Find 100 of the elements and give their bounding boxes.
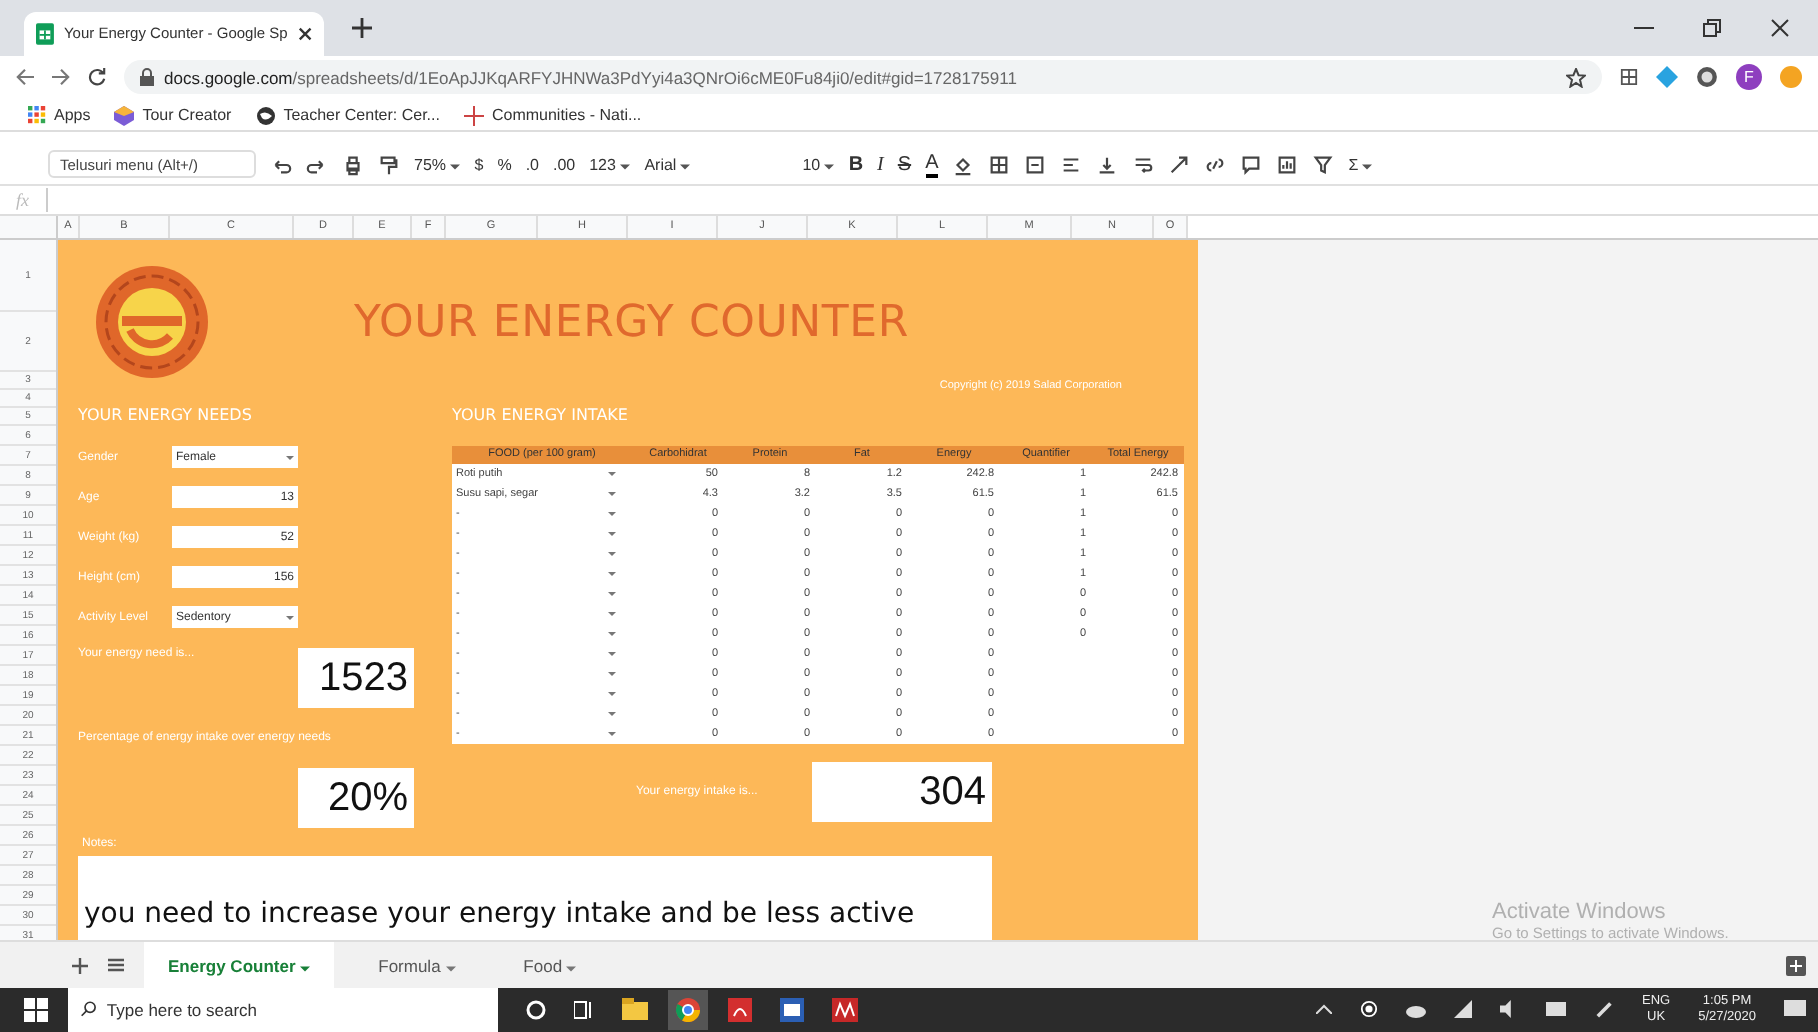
back-icon[interactable] (16, 68, 34, 87)
caret-icon (680, 163, 691, 170)
text-color-button[interactable]: A (925, 151, 939, 178)
caret-icon (445, 965, 456, 972)
notes-text: you need to increase your energy intake and be less active (84, 898, 915, 931)
dropdown-caret-icon[interactable] (608, 532, 616, 537)
dropdown-caret-icon[interactable] (608, 612, 616, 617)
address-field[interactable]: docs.google.com/spreadsheets/d/1EoApJJKqARFYJHNWa3PdYyi4a3QNrOi6cME0Fu84ji0/edit#gid=1728175911 (124, 60, 1602, 95)
cloud-icon[interactable] (1405, 1001, 1426, 1018)
cortana-icon[interactable] (526, 999, 546, 1020)
format-button[interactable]: $ (474, 155, 484, 174)
caret-icon (566, 965, 577, 972)
sheets-icon (36, 21, 54, 46)
caret-icon (450, 163, 461, 170)
dropdown-caret-icon[interactable] (608, 552, 616, 557)
windows-start-icon[interactable] (24, 997, 48, 1022)
dropdown-caret-icon[interactable] (608, 732, 616, 737)
dropdown-caret-icon[interactable] (608, 632, 616, 637)
new-tab-icon[interactable] (352, 17, 372, 38)
merge-icon[interactable] (1024, 153, 1047, 176)
dropdown-caret-icon[interactable] (608, 492, 616, 497)
logo-icon (94, 264, 210, 381)
borders-icon[interactable] (988, 153, 1011, 176)
extension-icon[interactable] (1696, 66, 1718, 89)
dropdown-caret-icon[interactable] (608, 572, 616, 577)
close-icon[interactable] (1770, 17, 1790, 38)
dropdown-caret-icon[interactable] (608, 592, 616, 597)
folder-icon[interactable] (622, 998, 648, 1021)
dropdown-caret-icon[interactable] (608, 692, 616, 697)
formula-label: fx (16, 190, 29, 211)
align-icon[interactable] (1060, 153, 1083, 176)
sheet-tab[interactable]: Energy Counter (144, 942, 335, 988)
bookmark-link[interactable]: Apps (28, 106, 91, 124)
caret-icon (300, 965, 311, 972)
task-view-icon[interactable] (574, 999, 594, 1020)
bookmark-link[interactable]: Communities - Nati... (463, 105, 642, 125)
bookmark-link[interactable]: Teacher Center: Cer... (255, 105, 440, 125)
print-icon[interactable] (342, 153, 364, 176)
format-button[interactable]: .0 (525, 155, 539, 174)
bookmark-link[interactable]: Tour Creator (114, 105, 232, 125)
restore-icon[interactable] (1702, 17, 1722, 38)
caret-icon (286, 455, 294, 460)
toolbar-dropdown[interactable]: Σ (1348, 155, 1373, 174)
link-icon[interactable] (1204, 153, 1227, 176)
notification-icon[interactable] (1784, 999, 1806, 1020)
star-icon[interactable] (1566, 67, 1586, 88)
format-button[interactable]: .00 (552, 155, 576, 174)
sheet-tab[interactable]: Formula (354, 942, 480, 988)
toolbar-dropdown[interactable]: 10 (802, 155, 835, 174)
result-value: 20% (298, 768, 414, 829)
bold-button[interactable]: B (848, 153, 864, 176)
lock-icon (140, 68, 154, 87)
section-heading: YOUR ENERGY NEEDS (78, 404, 254, 429)
caret-icon (824, 163, 835, 170)
explore-icon[interactable] (1786, 955, 1806, 976)
format-button[interactable]: % (497, 155, 512, 174)
comment-icon[interactable] (1240, 153, 1263, 176)
wrap-icon[interactable] (1132, 153, 1155, 176)
italic-button[interactable]: I (877, 153, 884, 176)
paint-icon[interactable] (378, 153, 400, 176)
caret-icon (1362, 163, 1373, 170)
search-icon (80, 1000, 97, 1019)
activation-title: Activate Windows (1492, 900, 1668, 925)
result-value: 1523 (298, 648, 414, 709)
network-icon[interactable] (1453, 1000, 1472, 1019)
taskbar-search-field[interactable]: Type here to search (106, 999, 486, 1020)
sheet-list-icon[interactable] (108, 958, 124, 973)
tray-icon[interactable] (1359, 1000, 1378, 1019)
result-value: 304 (812, 762, 992, 823)
sheet-tab[interactable]: Food (499, 942, 601, 988)
dropdown-caret-icon[interactable] (608, 472, 616, 477)
dropdown-caret-icon[interactable] (608, 512, 616, 517)
dropdown-caret-icon[interactable] (608, 712, 616, 717)
toolbar-dropdown[interactable]: 75% (414, 155, 461, 174)
dropdown-caret-icon[interactable] (608, 672, 616, 677)
toolbar-dropdown[interactable]: 123 (589, 155, 631, 174)
profile-avatar[interactable]: F (1736, 64, 1762, 91)
dropdown-caret-icon[interactable] (608, 652, 616, 657)
fill-icon[interactable] (952, 153, 975, 176)
sheet-title: YOUR ENERGY COUNTER (354, 297, 909, 348)
font-dropdown[interactable]: Arial (644, 155, 789, 174)
caret-icon (620, 163, 631, 170)
rotate-icon[interactable] (1168, 153, 1191, 176)
battery-icon[interactable] (1545, 1002, 1568, 1017)
forward-icon[interactable] (52, 68, 70, 87)
add-sheet-icon[interactable] (72, 957, 88, 974)
filter-icon[interactable] (1312, 153, 1335, 176)
close-icon[interactable] (297, 25, 312, 42)
app-icon[interactable] (832, 997, 858, 1022)
caret-icon (286, 615, 294, 620)
taskbar-search-bar[interactable]: Type here to search (68, 987, 498, 1032)
chart-icon[interactable] (1276, 153, 1299, 176)
reload-icon[interactable] (88, 68, 106, 87)
extension-icon[interactable] (1620, 68, 1638, 87)
apps-grid-icon (28, 106, 46, 124)
valign-icon[interactable] (1096, 153, 1119, 176)
chrome-icon[interactable] (668, 989, 708, 1030)
strikethrough-button[interactable]: S (897, 153, 912, 176)
pen-icon[interactable] (1595, 1000, 1614, 1019)
cube-icon (114, 105, 135, 125)
